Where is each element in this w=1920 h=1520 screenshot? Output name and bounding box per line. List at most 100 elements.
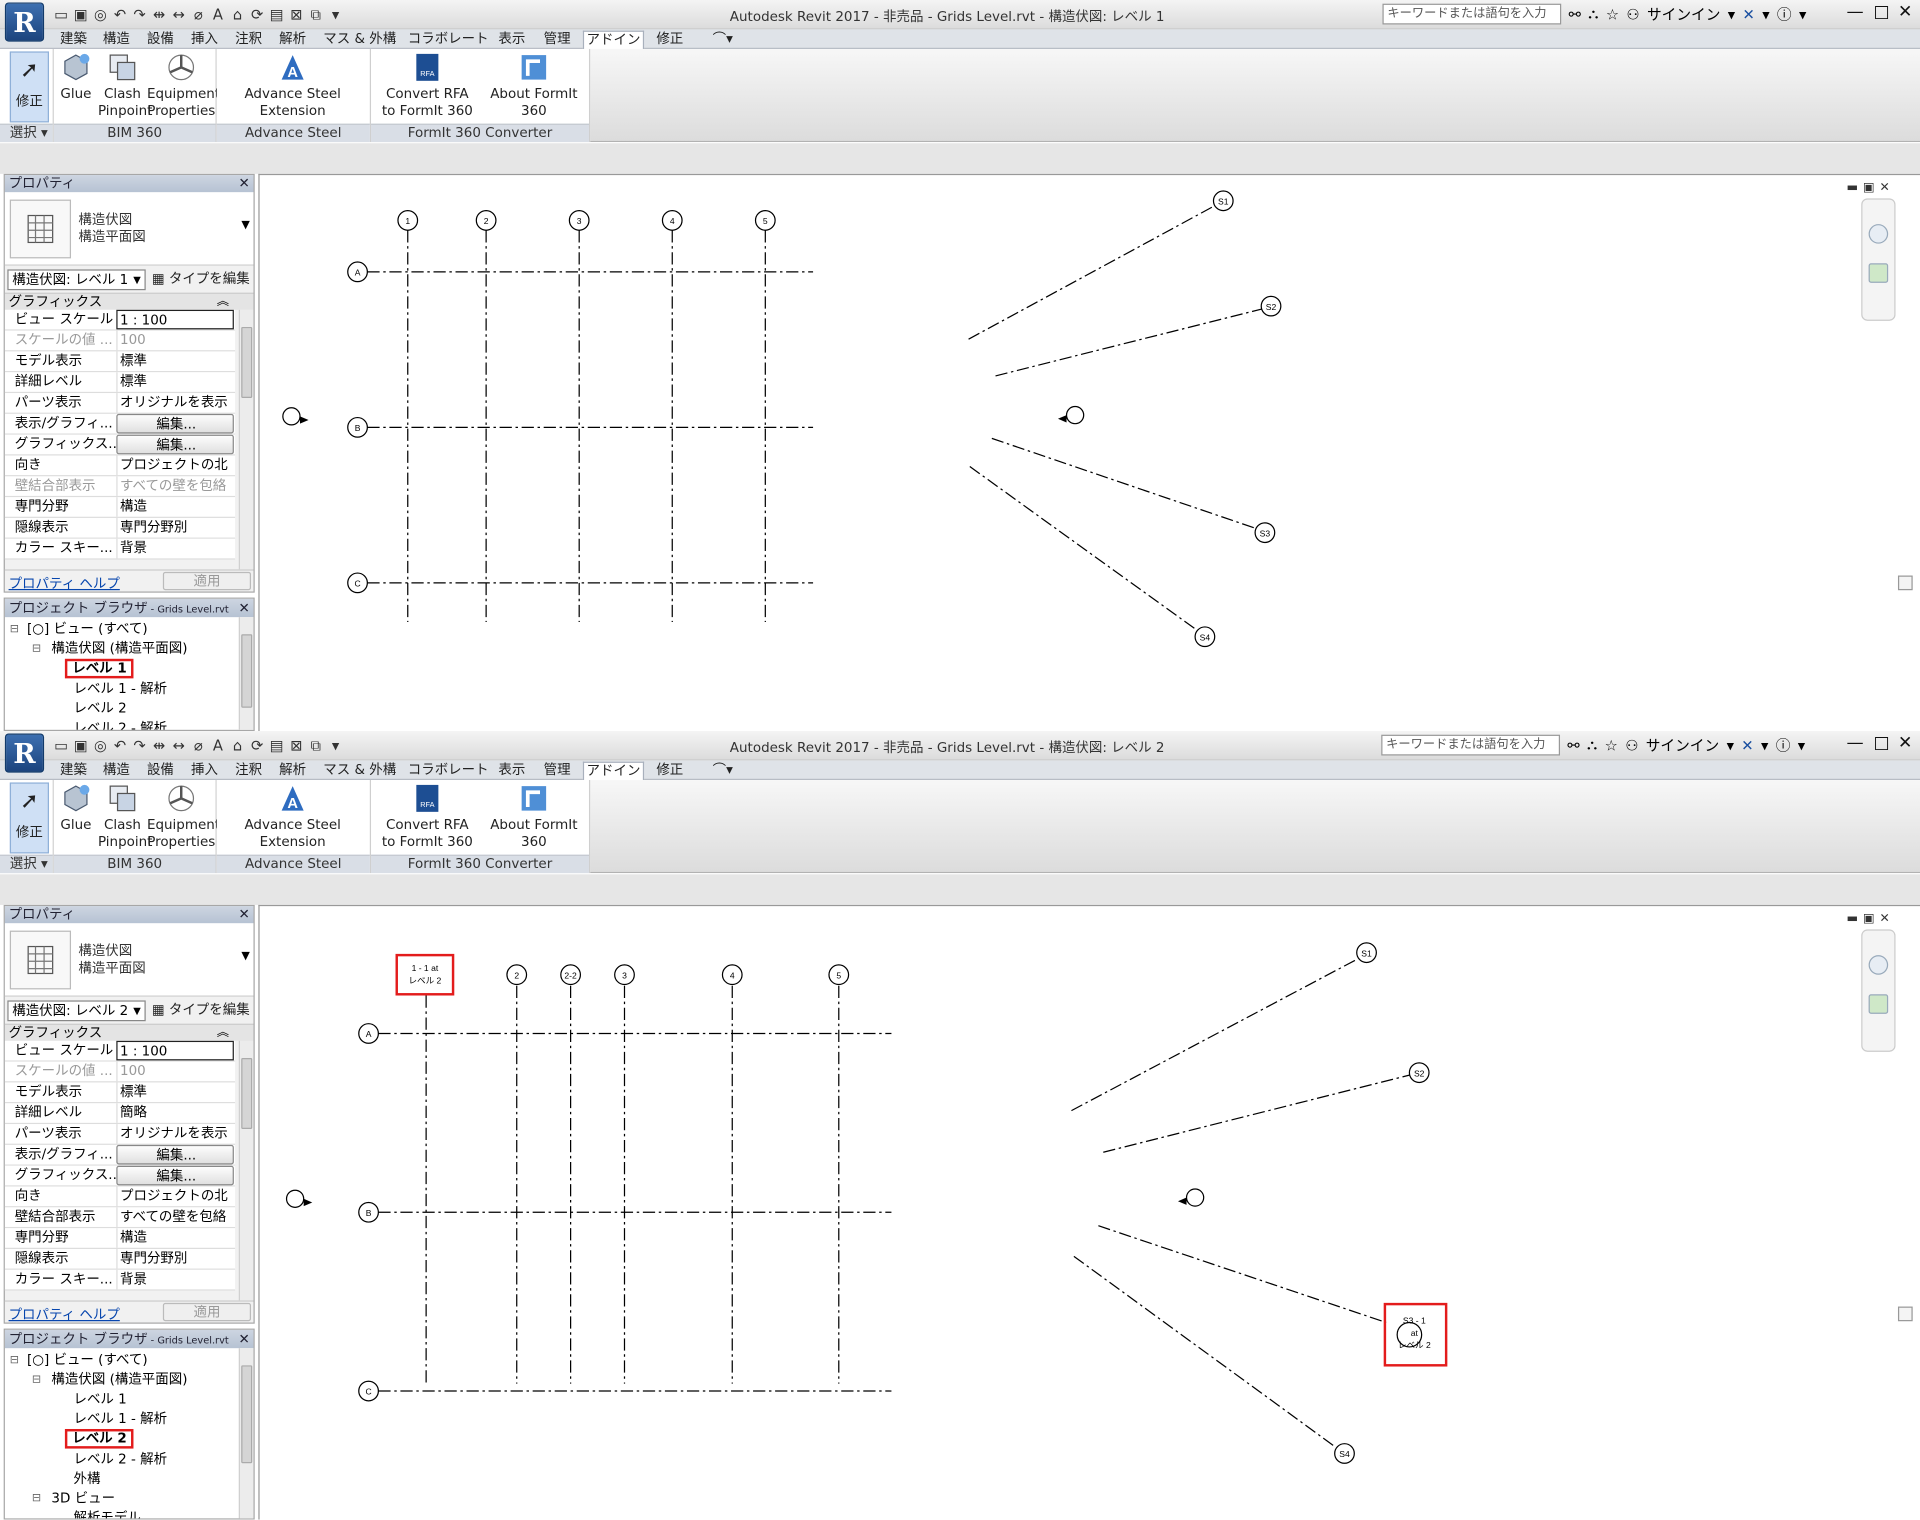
section-icon[interactable]: ⟳ [250,737,265,754]
select-dropdown[interactable]: 選択 ▾ [0,123,53,143]
tree-level-1-analytic[interactable]: レベル 1 - 解析 [73,1411,167,1428]
property-row[interactable]: 詳細レベル 簡略 [4,1103,236,1125]
view-scroll-handle[interactable] [1897,1306,1913,1322]
tab-insert[interactable]: 挿入 [189,31,221,49]
modify-button[interactable]: ➚ 修正 [9,51,49,123]
chevron-down-icon[interactable]: ▾ [1798,737,1805,754]
tree-views-all[interactable]: [○] ビュー (すべて) [27,621,148,638]
tag-icon[interactable]: ⌀ [191,6,206,23]
tree-level-2-analytic[interactable]: レベル 2 - 解析 [73,1451,167,1468]
thin-lines-icon[interactable]: ▤ [269,6,284,23]
collapse-icon[interactable]: ︽ [217,294,229,311]
tab-analyze[interactable]: 解析 [277,31,309,49]
tab-structure[interactable]: 構造 [100,31,132,49]
measure-icon[interactable]: ⇹ [152,6,167,23]
tree-level-2[interactable]: レベル 2 [73,700,126,717]
steering-wheel-icon[interactable] [1868,224,1889,244]
tag-icon[interactable]: ⌀ [191,737,206,754]
apply-button[interactable]: 適用 [162,571,252,591]
application-menu-button[interactable]: R [4,733,45,773]
chevron-down-icon[interactable]: ▼ [241,950,249,962]
property-value[interactable]: 1 : 100 [116,309,234,330]
tab-add-ins[interactable]: アドイン [582,30,645,49]
select-dropdown[interactable]: 選択 ▾ [0,854,53,874]
clash-pinpoint-button[interactable]: Clash Pinpoint [98,51,152,120]
close-hidden-icon[interactable]: ⊠ [289,737,304,754]
tab-analyze[interactable]: 解析 [277,762,309,780]
maximize-button[interactable]: □ [1873,2,1889,22]
undo-icon[interactable]: ↶ [113,737,128,754]
property-row[interactable]: 壁結合部表示 すべての壁を包絡 [4,476,236,498]
tab-structure[interactable]: 構造 [100,762,132,780]
close-icon[interactable]: ✕ [239,599,250,617]
tree-3d-views[interactable]: 3D ビュー [51,1490,115,1507]
sign-in-link[interactable]: サインイン [1646,735,1719,756]
tree-level-1-analytic[interactable]: レベル 1 - 解析 [73,681,167,698]
property-row[interactable]: グラフィックス... 編集... [4,434,236,456]
view-window-controls[interactable]: ▬▣✕ [1847,181,1895,194]
tab-annotate[interactable]: 注釈 [233,31,265,49]
measure-icon[interactable]: ⇹ [152,737,167,754]
equipment-properties-button[interactable]: Equipment Properties [147,51,220,120]
property-row[interactable]: パーツ表示 オリジナルを表示 [4,393,236,414]
chevron-down-icon[interactable]: ▾ [328,6,343,23]
dimension-icon[interactable]: ↔ [171,737,186,754]
sync-icon[interactable]: ◎ [93,6,108,23]
exchange-icon[interactable]: ✕ [1743,6,1755,23]
property-row[interactable]: カラー スキー... 背景 [4,1269,236,1291]
search-input[interactable]: キーワードまたは語句を入力 [1381,734,1561,756]
search-input[interactable]: キーワードまたは語句を入力 [1382,3,1562,25]
tab-manage[interactable]: 管理 [541,31,573,49]
drawing-area[interactable]: 1 2 3 4 5 A B C S1 S2 S3 S4 [258,173,1920,732]
drawing-area[interactable]: 1 - 1 at レベル 2 2 2-2 3 4 5 A B C S1 S2 S… [258,904,1920,1520]
save-icon[interactable]: ▣ [73,737,88,754]
dimension-icon[interactable]: ↔ [171,6,186,23]
radial-grid-s2[interactable] [1103,1074,1410,1153]
chevron-down-icon[interactable]: ▾ [1728,6,1735,23]
tab-insert[interactable]: 挿入 [189,762,221,780]
properties-scrollbar[interactable] [238,1040,254,1301]
radial-grid-s4[interactable] [969,466,1198,632]
radial-grid-s1[interactable] [1071,958,1359,1112]
radial-grid-s4[interactable] [1073,1255,1337,1448]
tab-architecture[interactable]: 建築 [58,762,90,780]
properties-scrollbar[interactable] [238,309,254,570]
elevation-marker-west[interactable] [282,407,301,426]
user-icon[interactable]: ⚇ [1626,6,1639,23]
chevron-down-icon[interactable]: ▾ [1762,6,1769,23]
elevation-marker-east[interactable] [1065,405,1085,425]
text-icon[interactable]: A [211,737,226,754]
close-button[interactable]: ✕ [1898,2,1912,22]
group-graphics[interactable]: グラフィックス ︽ [4,1023,254,1041]
sync-icon[interactable]: ◎ [93,737,108,754]
binoculars-icon[interactable]: ⚯ [1569,6,1581,23]
tab-modify[interactable]: 修正 [654,762,686,780]
chevron-down-icon[interactable]: ▾ [1799,6,1806,23]
zoom-region-icon[interactable] [1868,994,1889,1014]
collapse-toggle[interactable]: ⊟ [10,1354,19,1366]
property-row[interactable]: 専門分野 構造 [4,497,236,518]
radial-grid-s1[interactable] [968,205,1215,340]
close-icon[interactable]: ✕ [239,906,250,923]
edit-type-button[interactable]: ▦ タイプを編集 [152,1000,250,1020]
property-row[interactable]: 向き プロジェクトの北 [4,455,236,477]
tree-level-2-analytic[interactable]: レベル 2 - 解析 [73,720,167,730]
property-row[interactable]: 壁結合部表示 すべての壁を包絡 [4,1207,236,1229]
view-scroll-handle[interactable] [1897,575,1913,591]
collapse-toggle[interactable]: ⊟ [32,643,41,655]
ribbon-options-icon[interactable]: ⌒▾ [710,31,735,49]
collapse-toggle[interactable]: ⊟ [32,1493,41,1505]
zoom-region-icon[interactable] [1868,263,1889,283]
subscription-icon[interactable]: ⛬ [1587,736,1597,754]
property-row[interactable]: モデル表示 標準 [4,351,236,373]
tree-level-2-selected[interactable]: レベル 2 [64,1428,135,1449]
radial-grid-s2[interactable] [995,307,1264,377]
properties-help-link[interactable]: プロパティ ヘルプ [9,573,120,593]
property-row[interactable]: グラフィックス... 編集... [4,1165,236,1187]
property-row[interactable]: カラー スキー... 背景 [4,538,236,560]
redo-icon[interactable]: ↷ [132,6,147,23]
application-menu-button[interactable]: R [4,2,45,42]
close-icon[interactable]: ✕ [239,175,250,192]
property-row[interactable]: 専門分野 構造 [4,1228,236,1249]
subscription-icon[interactable]: ⛬ [1588,5,1598,23]
